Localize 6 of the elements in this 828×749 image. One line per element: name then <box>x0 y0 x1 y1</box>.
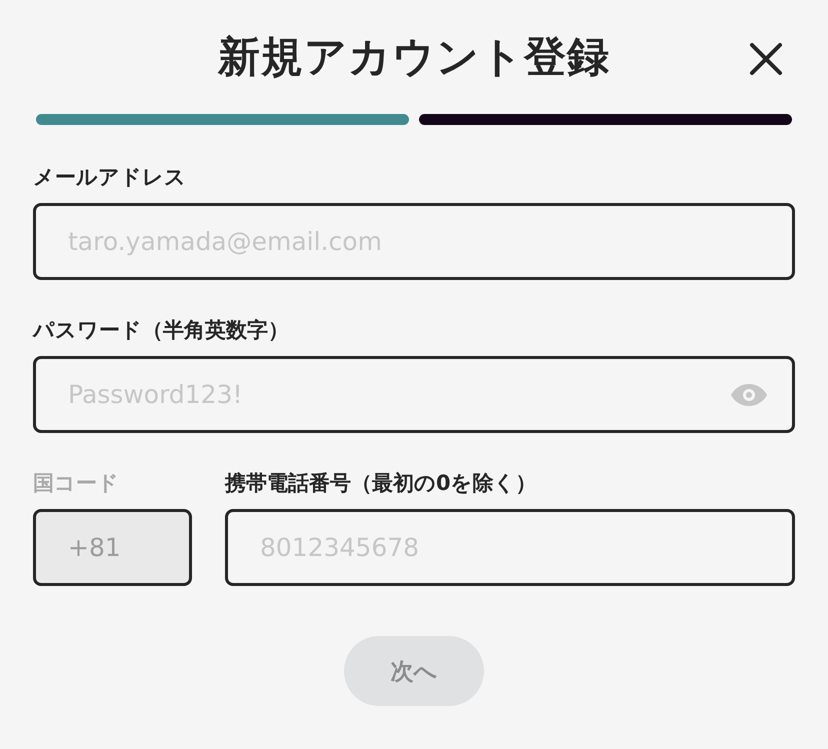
dialog-title: 新規アカウント登録 <box>218 31 610 83</box>
field-label: パスワード（半角英数字） <box>33 317 290 344</box>
field-label: 国コード <box>33 470 120 497</box>
field-label: メールアドレス <box>33 164 187 191</box>
close-icon[interactable] <box>749 42 783 76</box>
field-label: 携帯電話番号（最初の0を除く） <box>225 470 538 497</box>
